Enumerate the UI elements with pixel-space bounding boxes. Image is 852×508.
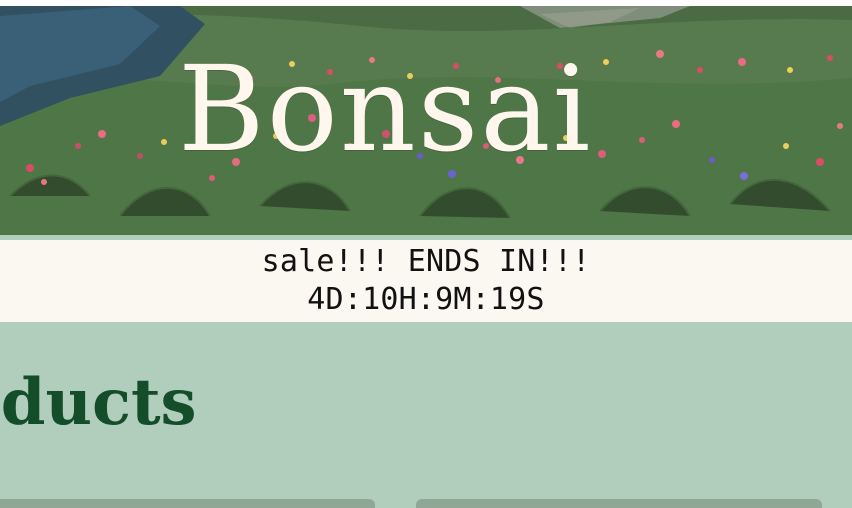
sale-countdown: 4D:10H:9M:19S xyxy=(307,282,545,317)
hero-banner: Bonsai xyxy=(0,6,852,235)
sale-banner: sale!!! ENDS IN!!! 4D:10H:9M:19S xyxy=(0,240,852,322)
product-card-top-2 xyxy=(416,499,822,508)
sale-banner-line-1: sale!!! ENDS IN!!! xyxy=(261,244,591,279)
products-title: oducts xyxy=(0,365,197,440)
brand-title: Bonsai xyxy=(178,40,593,178)
product-card-top-1 xyxy=(0,499,375,508)
